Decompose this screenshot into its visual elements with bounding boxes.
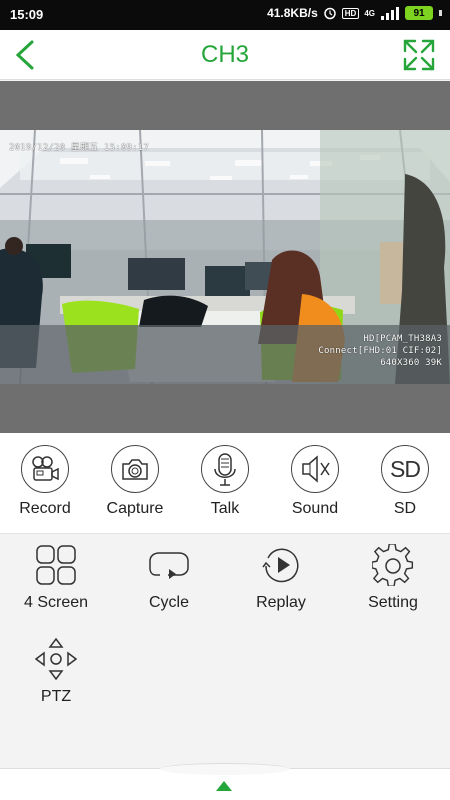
battery-tip [439,10,442,16]
four-screen-label: 4 Screen [23,594,89,611]
signal-label: 4G [364,8,375,18]
camera-feed[interactable]: 2019/12/20 星期五 15:09:17 HD[PCAM_TH38A3 C… [0,130,450,384]
grid-icon [36,545,76,585]
sd-icon-text: SD [390,455,421,482]
battery-icon: 91 [405,6,433,20]
cycle-button[interactable]: Cycle [119,544,219,612]
ptz-button[interactable]: PTZ [6,638,106,706]
page-title: CH3 [200,41,249,68]
record-button[interactable]: Record [0,445,90,518]
replay-button[interactable]: Replay [231,544,331,612]
bottom-sheet-grip [160,763,290,775]
connection-info: Connect[FHD:01 CIF:02] [318,346,442,356]
sd-label: SD [393,500,417,517]
capture-button[interactable]: Capture [90,445,180,518]
sound-button[interactable]: Sound [270,445,360,518]
four-screen-button[interactable]: 4 Screen [6,544,106,612]
chevron-up-icon[interactable] [216,781,232,791]
ptz-icon [35,638,77,680]
replay-label: Replay [256,594,306,611]
capture-label: Capture [106,500,164,517]
speaker-muted-icon [291,445,339,493]
setting-label: Setting [368,594,418,611]
video-timestamp: 2019/12/20 星期五 15:09:17 [9,143,149,153]
record-label: Record [19,500,71,517]
hd-icon: HD [341,7,360,19]
video-camera-icon [21,445,69,493]
sd-button[interactable]: SD SD [360,445,450,518]
replay-icon [262,548,299,583]
talk-label: Talk [210,500,240,517]
video-area: 2019/12/20 星期五 15:09:17 HD[PCAM_TH38A3 C… [0,81,450,433]
signal-icon [381,6,399,20]
camera-icon [111,445,159,493]
tool-grid: 4 Screen Cycle Replay Setting PTZ [0,534,450,769]
sound-label: Sound [291,500,339,517]
gear-icon [372,544,414,586]
bottom-sheet[interactable] [0,763,450,800]
sd-card-icon: SD [381,445,429,493]
network-speed: 41.8KB/s [267,6,318,20]
camera-id: HD[PCAM_TH38A3 [363,334,442,344]
header: CH3 [0,30,450,80]
microphone-icon [201,445,249,493]
expand-icon[interactable] [402,38,436,72]
setting-button[interactable]: Setting [343,544,443,612]
status-bar: 15:09 41.8KB/s HD 4G 91 [0,0,450,30]
talk-button[interactable]: Talk [180,445,270,518]
controls-row: Record Capture Talk Sound SD SD [0,433,450,534]
ptz-label: PTZ [40,688,72,705]
alarm-icon [324,7,336,20]
resolution-bitrate: 640X360 39K [380,358,442,368]
status-right: 41.8KB/s HD 4G 91 [267,6,442,20]
status-time: 15:09 [10,7,44,22]
cycle-icon [149,552,189,579]
cycle-label: Cycle [148,594,189,611]
